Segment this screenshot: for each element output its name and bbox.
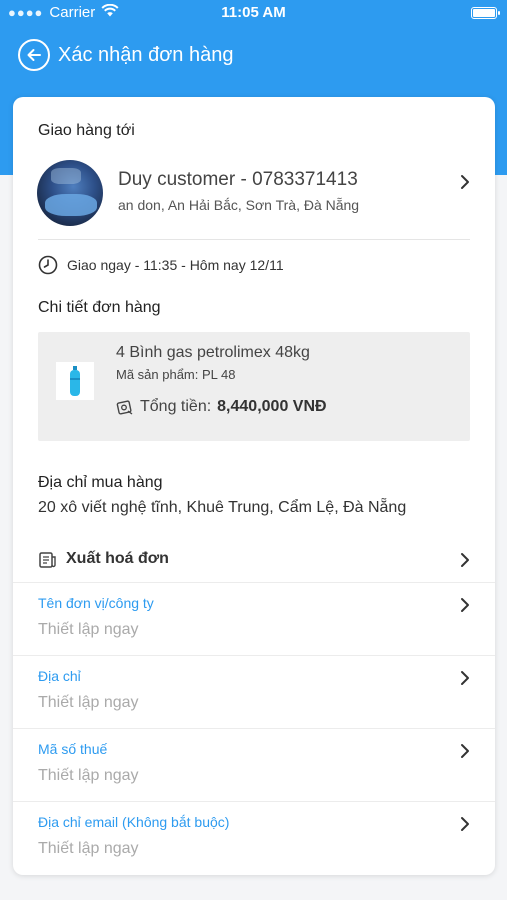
address-field[interactable]: Địa chỉ Thiết lập ngay	[13, 655, 495, 728]
receipt-icon	[39, 552, 56, 568]
delivery-time-row: Giao ngay - 11:35 - Hôm nay 12/11	[38, 255, 284, 275]
status-time: 11:05 AM	[221, 4, 286, 21]
gas-cylinder-icon	[70, 366, 80, 396]
back-button[interactable]	[18, 39, 50, 71]
chevron-right-icon	[461, 671, 469, 685]
invoice-row[interactable]: Xuất hoá đơn	[13, 542, 495, 582]
product-image	[56, 362, 94, 400]
purchase-address-value: 20 xô viết nghệ tĩnh, Khuê Trung, Cẩm Lệ…	[38, 499, 407, 516]
field-value: Thiết lập ngay	[38, 840, 139, 857]
tax-code-field[interactable]: Mã số thuế Thiết lập ngay	[13, 728, 495, 801]
total-row: Tổng tiền: 8,440,000 VNĐ	[116, 398, 327, 416]
battery-icon	[471, 7, 500, 19]
product-code: Mã sản phẩm: PL 48	[116, 367, 236, 382]
field-label: Địa chỉ	[38, 668, 81, 684]
total-value: 8,440,000 VNĐ	[217, 398, 327, 415]
chevron-right-icon	[461, 598, 469, 612]
field-value: Thiết lập ngay	[38, 621, 139, 638]
chevron-right-icon	[461, 553, 469, 567]
chevron-right-icon	[461, 175, 469, 189]
order-confirmation-card: Giao hàng tới Duy customer - 0783371413 …	[13, 97, 495, 875]
order-detail-title: Chi tiết đơn hàng	[38, 299, 161, 316]
page-title: Xác nhận đơn hàng	[58, 43, 234, 66]
invoice-title: Xuất hoá đơn	[66, 550, 169, 567]
clock-icon	[38, 255, 58, 275]
customer-address: an don, An Hải Bắc, Sơn Trà, Đà Nẵng	[118, 197, 360, 213]
purchase-address-title: Địa chỉ mua hàng	[38, 474, 163, 491]
money-icon	[116, 400, 133, 415]
customer-name: Duy customer - 0783371413	[118, 169, 358, 190]
status-bar: ●●●● Carrier 11:05 AM	[0, 0, 507, 28]
field-label: Mã số thuế	[38, 741, 108, 757]
product-item: 4 Bình gas petrolimex 48kg Mã sản phẩm: …	[38, 332, 470, 441]
navigation-bar: Xác nhận đơn hàng	[18, 38, 233, 72]
field-label: Tên đơn vị/công ty	[38, 595, 154, 611]
field-label: Địa chỉ email (Không bắt buộc)	[38, 814, 230, 830]
divider	[38, 239, 470, 240]
back-arrow-icon	[27, 49, 41, 61]
chevron-right-icon	[461, 744, 469, 758]
product-name: 4 Bình gas petrolimex 48kg	[116, 344, 310, 361]
delivery-section-title: Giao hàng tới	[38, 122, 135, 139]
total-label: Tổng tiền:	[140, 398, 212, 415]
delivery-time-text: Giao ngay - 11:35 - Hôm nay 12/11	[67, 257, 284, 273]
email-field[interactable]: Địa chỉ email (Không bắt buộc) Thiết lập…	[13, 801, 495, 874]
field-value: Thiết lập ngay	[38, 694, 139, 711]
chevron-right-icon	[461, 817, 469, 831]
company-name-field[interactable]: Tên đơn vị/công ty Thiết lập ngay	[13, 582, 495, 655]
avatar	[37, 160, 103, 226]
field-value: Thiết lập ngay	[38, 767, 139, 784]
